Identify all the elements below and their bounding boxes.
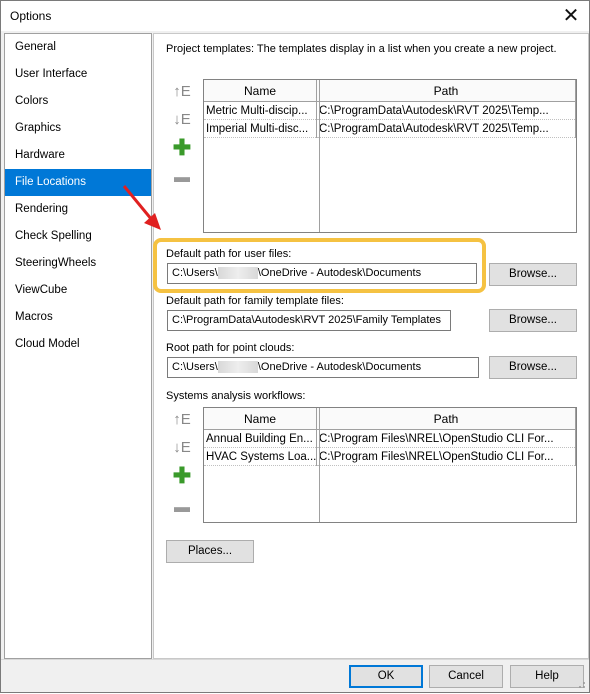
sidebar-item-general[interactable]: General [5,34,151,61]
template-name: Imperial Multi-disc... [204,119,317,138]
close-icon[interactable]: ✕ [559,4,583,28]
sidebar-item-macros[interactable]: Macros [5,304,151,331]
workflow-path: C:\Program Files\NREL\OpenStudio CLI For… [316,447,576,466]
column-header-path[interactable]: Path [316,408,576,430]
project-templates-heading: Project templates: The templates display… [166,43,557,55]
sidebar-item-check-spelling[interactable]: Check Spelling [5,223,151,250]
remove-icon[interactable]: ▬ [172,168,192,188]
path-prefix: C:\Users\ [172,361,218,373]
table-row[interactable]: HVAC Systems Loa... C:\Program Files\NRE… [204,447,576,466]
help-button[interactable]: Help [510,665,584,688]
move-down-icon[interactable]: ↓E [172,438,192,458]
remove-icon[interactable]: ▬ [172,498,192,518]
workflow-path: C:\Program Files\NREL\OpenStudio CLI For… [316,429,576,448]
sidebar-item-rendering[interactable]: Rendering [5,196,151,223]
workflow-name: HVAC Systems Loa... [204,447,317,466]
workflow-name: Annual Building En... [204,429,317,448]
browse-point-clouds-button[interactable]: Browse... [489,356,577,379]
cancel-button[interactable]: Cancel [429,665,503,688]
table-row[interactable]: Imperial Multi-disc... C:\ProgramData\Au… [204,119,576,138]
template-name: Metric Multi-discip... [204,101,317,120]
column-header-path[interactable]: Path [316,80,576,102]
family-templates-label: Default path for family template files: [166,295,344,307]
systems-analysis-heading: Systems analysis workflows: [166,390,306,402]
resize-grip-icon[interactable] [576,679,586,689]
systems-analysis-table: Name Path Annual Building En... C:\Progr… [203,407,577,523]
footer-divider [1,659,589,660]
sidebar: General User Interface Colors Graphics H… [4,33,152,659]
annotation-highlight-box [153,238,486,293]
path-suffix: \OneDrive - Autodesk\Documents [257,361,422,373]
move-down-icon[interactable]: ↓E [172,110,192,130]
column-header-name[interactable]: Name [204,80,317,102]
redacted-username [217,361,258,374]
window-title: Options [10,9,52,23]
places-button[interactable]: Places... [166,540,254,563]
point-clouds-label: Root path for point clouds: [166,342,295,354]
sidebar-item-file-locations[interactable]: File Locations [5,169,151,196]
point-clouds-path-field[interactable]: C:\Users\ \OneDrive - Autodesk\Documents [167,357,479,378]
sidebar-item-viewcube[interactable]: ViewCube [5,277,151,304]
move-up-icon[interactable]: ↑E [172,82,192,102]
options-dialog: Options ✕ General User Interface Colors … [0,0,590,693]
add-icon[interactable]: ✚ [172,465,192,487]
sidebar-item-graphics[interactable]: Graphics [5,115,151,142]
table-row[interactable]: Annual Building En... C:\Program Files\N… [204,429,576,448]
sidebar-item-colors[interactable]: Colors [5,88,151,115]
project-templates-table: Name Path Metric Multi-discip... C:\Prog… [203,79,577,233]
column-header-name[interactable]: Name [204,408,317,430]
file-locations-panel: Project templates: The templates display… [153,33,589,659]
add-icon[interactable]: ✚ [172,137,192,159]
title-bar: Options ✕ [1,1,589,31]
sidebar-item-steeringwheels[interactable]: SteeringWheels [5,250,151,277]
browse-family-templates-button[interactable]: Browse... [489,309,577,332]
table-row[interactable]: Metric Multi-discip... C:\ProgramData\Au… [204,101,576,120]
sidebar-item-cloud-model[interactable]: Cloud Model [5,331,151,358]
sidebar-item-user-interface[interactable]: User Interface [5,61,151,88]
browse-user-files-button[interactable]: Browse... [489,263,577,286]
sidebar-item-hardware[interactable]: Hardware [5,142,151,169]
move-up-icon[interactable]: ↑E [172,410,192,430]
template-path: C:\ProgramData\Autodesk\RVT 2025\Temp... [316,101,576,120]
template-path: C:\ProgramData\Autodesk\RVT 2025\Temp... [316,119,576,138]
family-templates-path-field[interactable]: C:\ProgramData\Autodesk\RVT 2025\Family … [167,310,451,331]
ok-button[interactable]: OK [349,665,423,688]
